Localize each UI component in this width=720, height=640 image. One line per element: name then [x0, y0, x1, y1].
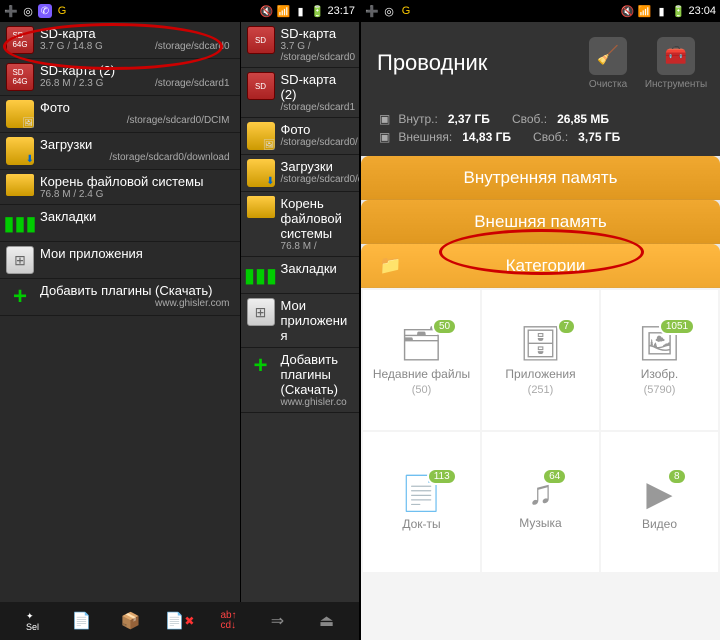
category-recent-files[interactable]: 🗂50 Недавние файлы (50) — [363, 290, 480, 430]
wifi-icon: 📶 — [276, 4, 290, 18]
image-icon: 🖼1051 — [638, 324, 681, 364]
status-time: 23:04 — [688, 5, 716, 17]
folder-icon — [247, 196, 275, 218]
wifi-icon: 📶 — [637, 4, 651, 18]
plus-icon: ➕ — [4, 4, 18, 18]
list-item[interactable]: SD SD-карта 3.7 G //storage/sdcard0 — [241, 22, 359, 68]
page-title: Проводник — [377, 50, 568, 76]
list-item[interactable]: ⊞ Мои приложения — [0, 242, 240, 279]
disk-icon: ▣ — [379, 130, 390, 144]
list-item[interactable]: ⊞ Мои приложения — [241, 294, 359, 348]
delete-button[interactable]: 📄✖ — [165, 606, 195, 636]
video-icon: ▶8 — [646, 474, 672, 514]
download-folder-icon — [247, 159, 275, 187]
add-plugin-icon: + — [6, 283, 34, 311]
music-icon: ♫64 — [528, 474, 554, 513]
settings-icon: ◎ — [21, 4, 35, 18]
sd-card-icon: SD64G — [6, 63, 34, 91]
list-item[interactable]: Загрузки /storage/sdcard0/download — [0, 133, 240, 170]
list-item[interactable]: Фото /storage/sdcard0/ — [241, 118, 359, 155]
sd-card-icon: SD64G — [6, 26, 34, 54]
disk-icon: ▣ — [379, 112, 390, 126]
list-item[interactable]: + Добавить плагины (Скачать) www.ghisler… — [0, 279, 240, 316]
download-folder-icon — [6, 137, 34, 165]
sort-button[interactable]: ab↑cd↓ — [214, 606, 244, 636]
list-item[interactable]: SD64G SD-карта (2) 26.8 M / 2.3 G/storag… — [0, 59, 240, 96]
bookmarks-icon: ▮▮▮ — [247, 261, 275, 289]
select-button[interactable]: ✦Sel — [18, 606, 48, 636]
right-app-explorer: ➕ ◎ G 🔇 📶 ▮ 🔋 23:04 Проводник 🧹 Очистка … — [361, 0, 720, 640]
mute-icon: 🔇 — [620, 4, 634, 18]
toolbox-icon: 🧰 — [657, 37, 695, 75]
broom-icon: 🧹 — [589, 37, 627, 75]
list-item[interactable]: SD64G SD-карта 3.7 G / 14.8 G/storage/sd… — [0, 22, 240, 59]
list-item[interactable]: Корень файловой системы 76.8 M / 2.4 G — [0, 170, 240, 205]
bookmarks-icon: ▮▮▮ — [6, 209, 34, 237]
app-icon: G — [55, 4, 69, 18]
bottom-toolbar: ✦Sel 📄 📦 📄✖ ab↑cd↓ ⇒ ⏏ — [0, 602, 359, 640]
cleanup-button[interactable]: 🧹 Очистка — [580, 37, 636, 90]
app-icon: G — [399, 4, 413, 18]
storage-summary: ▣ Внутр.: 2,37 ГБ Своб.: 26,85 МБ ▣ Внеш… — [361, 104, 720, 156]
category-documents[interactable]: 📄113 Док-ты — [363, 432, 480, 572]
list-item[interactable]: + Добавить плагины (Скачать) www.ghisler… — [241, 348, 359, 413]
apk-icon: 🗄7 — [519, 324, 562, 364]
tab-internal-memory[interactable]: Внутренняя память — [361, 156, 720, 200]
tab-external-memory[interactable]: Внешняя память — [361, 200, 720, 244]
settings-icon: ◎ — [382, 4, 396, 18]
viber-icon: ✆ — [38, 4, 52, 18]
category-images[interactable]: 🖼1051 Изобр. (5790) — [601, 290, 718, 430]
folder-icon: 📁 — [379, 255, 401, 276]
category-apps[interactable]: 🗄7 Приложения (251) — [482, 290, 599, 430]
category-grid: 🗂50 Недавние файлы (50) 🗄7 Приложения (2… — [361, 288, 720, 640]
left-app-totalcommander: ➕ ◎ ✆ G 🔇 📶 ▮ 🔋 23:17 SD64G SD-карта 3.7… — [0, 0, 361, 640]
photo-folder-icon — [6, 100, 34, 128]
tab-categories[interactable]: 📁 Категории — [361, 244, 720, 288]
go-button[interactable]: ⇒ — [263, 606, 293, 636]
item-title: SD-карта — [40, 26, 234, 41]
document-icon: 📄113 — [400, 474, 442, 514]
list-item[interactable]: SD SD-карта (2) /storage/sdcard1 — [241, 68, 359, 118]
copy-button[interactable]: 📄 — [67, 606, 97, 636]
plus-icon: ➕ — [365, 4, 379, 18]
status-bar-left: ➕ ◎ ✆ G 🔇 📶 ▮ 🔋 23:17 — [0, 0, 359, 22]
apps-icon: ⊞ — [6, 246, 34, 274]
category-video[interactable]: ▶8 Видео — [601, 432, 718, 572]
mute-icon: 🔇 — [259, 4, 273, 18]
photo-folder-icon — [247, 122, 275, 150]
pane-left[interactable]: SD64G SD-карта 3.7 G / 14.8 G/storage/sd… — [0, 22, 241, 602]
status-notif-icons: ➕ ◎ ✆ G — [4, 4, 69, 18]
apps-icon: ⊞ — [247, 298, 275, 326]
signal-icon: ▮ — [293, 4, 307, 18]
category-music[interactable]: ♫64 Музыка — [482, 432, 599, 572]
status-bar-right: ➕ ◎ G 🔇 📶 ▮ 🔋 23:04 — [361, 0, 720, 22]
list-item[interactable]: Загрузки /storage/sdcard0/download — [241, 155, 359, 192]
list-item[interactable]: ▮▮▮ Закладки — [241, 257, 359, 294]
storage-tabs: Внутренняя память Внешняя память 📁 Катег… — [361, 156, 720, 288]
exit-button[interactable]: ⏏ — [312, 606, 342, 636]
status-time: 23:17 — [327, 5, 355, 17]
recent-files-icon: 🗂50 — [400, 324, 443, 364]
battery-icon: 🔋 — [671, 4, 685, 18]
dual-pane-container: SD64G SD-карта 3.7 G / 14.8 G/storage/sd… — [0, 22, 359, 602]
list-item[interactable]: ▮▮▮ Закладки — [0, 205, 240, 242]
add-plugin-icon: + — [247, 352, 275, 380]
sd-card-icon: SD — [247, 26, 275, 54]
folder-icon — [6, 174, 34, 196]
app-header: Проводник 🧹 Очистка 🧰 Инструменты — [361, 22, 720, 104]
battery-icon: 🔋 — [310, 4, 324, 18]
pack-button[interactable]: 📦 — [116, 606, 146, 636]
pane-right[interactable]: SD SD-карта 3.7 G //storage/sdcard0 SD S… — [241, 22, 359, 602]
list-item[interactable]: Корень файловой системы 76.8 M / — [241, 192, 359, 257]
list-item[interactable]: Фото /storage/sdcard0/DCIM — [0, 96, 240, 133]
status-system-icons: 🔇 📶 ▮ 🔋 23:17 — [259, 4, 355, 18]
tools-button[interactable]: 🧰 Инструменты — [648, 37, 704, 90]
signal-icon: ▮ — [654, 4, 668, 18]
sd-card-icon: SD — [247, 72, 275, 100]
